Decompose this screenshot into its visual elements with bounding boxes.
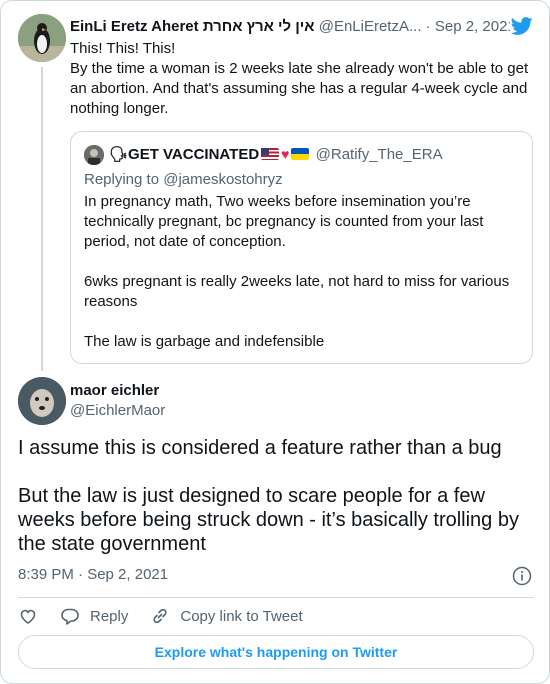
penguin-avatar-icon: [18, 14, 66, 62]
parent-tweet-header: EinLi Eretz Aheret אין לי ארץ אחרת @EnLi…: [70, 17, 510, 37]
link-icon: [153, 608, 167, 624]
quoted-author-handle: @Ratify_The_ERA: [315, 146, 443, 163]
heart-icon: [20, 609, 36, 624]
us-flag-icon: [261, 148, 280, 160]
separator: ·: [425, 18, 431, 35]
parent-tweet-date[interactable]: Sep 2, 2021: [435, 18, 510, 35]
replying-to: Replying to @jameskostohryz: [84, 171, 283, 188]
main-author-avatar[interactable]: [18, 377, 66, 425]
copy-link-button[interactable]: Copy link to Tweet: [150, 606, 303, 626]
quoted-paragraph: The law is garbage and indefensible: [84, 333, 325, 350]
reply-icon: [61, 608, 79, 625]
quoted-paragraph: In pregnancy math, Two weeks before inse…: [84, 193, 484, 250]
parent-author-handle[interactable]: @EnLiEretzA...: [319, 18, 422, 35]
parent-tweet-text: This! This! This! By the time a woman is…: [70, 39, 536, 119]
reply-label: Reply: [90, 607, 129, 625]
tweet-embed-card: EinLi Eretz Aheret אין לי ארץ אחרת @EnLi…: [0, 0, 550, 684]
tweet-timestamp[interactable]: 8:39 PM · Sep 2, 2021: [18, 565, 168, 585]
dog-avatar-icon: [18, 377, 66, 425]
thread-connector: [41, 67, 43, 371]
copy-link-label: Copy link to Tweet: [180, 607, 303, 625]
main-author-handle[interactable]: @EichlerMaor: [70, 401, 165, 421]
info-icon[interactable]: [512, 566, 532, 586]
red-heart-icon: ♥: [281, 146, 290, 162]
parent-tweet-line: This! This! This!: [70, 40, 176, 57]
quoted-paragraph: 6wks pregnant is really 2weeks late, not…: [84, 273, 510, 310]
twitter-bird-icon[interactable]: [510, 15, 534, 37]
main-tweet-text: I assume this is considered a feature ra…: [18, 436, 538, 556]
ukraine-flag-icon: [291, 148, 310, 160]
main-paragraph: But the law is just designed to scare pe…: [18, 485, 519, 555]
quoted-tweet[interactable]: 🗣GET VACCINATED ♥ @Ratify_The_ERA Replyin…: [70, 131, 533, 364]
divider: [18, 597, 534, 598]
reply-button[interactable]: Reply: [60, 606, 128, 626]
quoted-tweet-header: 🗣GET VACCINATED ♥ @Ratify_The_ERA: [109, 144, 529, 165]
tweet-actions: Reply Copy link to Tweet: [18, 604, 325, 628]
quoted-avatar-icon: [84, 145, 104, 165]
main-paragraph: I assume this is considered a feature ra…: [18, 437, 502, 459]
explore-twitter-button[interactable]: Explore what's happening on Twitter: [18, 635, 534, 669]
quoted-author-avatar: [84, 145, 104, 165]
parent-author-name[interactable]: EinLi Eretz Aheret אין לי ארץ אחרת: [70, 18, 315, 35]
like-button[interactable]: [18, 606, 38, 626]
quoted-author-name: 🗣GET VACCINATED: [109, 146, 260, 163]
main-author-name[interactable]: maor eichler: [70, 381, 159, 401]
parent-author-avatar[interactable]: [18, 14, 66, 62]
parent-tweet-line: By the time a woman is 2 weeks late she …: [70, 60, 529, 117]
quoted-tweet-text: In pregnancy math, Two weeks before inse…: [84, 192, 524, 352]
